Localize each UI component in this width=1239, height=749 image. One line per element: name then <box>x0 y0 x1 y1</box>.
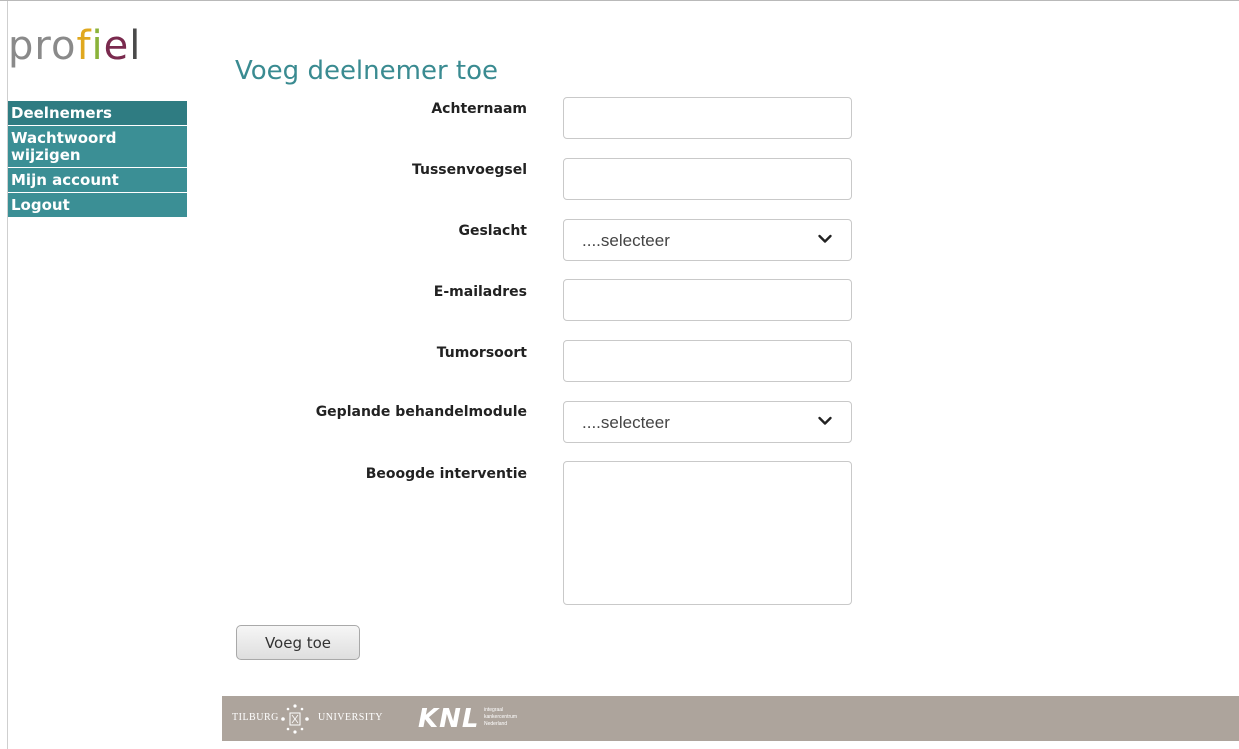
voeg-toe-button[interactable]: Voeg toe <box>236 625 360 660</box>
behandelmodule-select[interactable]: ....selecteer <box>563 401 852 443</box>
chevron-down-icon <box>818 416 832 425</box>
email-label: E-mailadres <box>433 284 527 300</box>
knl-logo: KNL <box>418 704 480 734</box>
university-text: UNIVERSITY <box>318 712 383 723</box>
chevron-down-icon <box>818 234 832 243</box>
tilburg-university-emblem-icon <box>281 704 309 734</box>
knl-sub-line: kankercentrum <box>484 714 518 720</box>
nav-item-logout[interactable]: Logout <box>8 193 187 218</box>
tussenvoegsel-label: Tussenvoegsel <box>412 162 527 178</box>
behandelmodule-selected-value: ....selecteer <box>582 413 670 432</box>
interventie-textarea[interactable] <box>563 461 852 605</box>
top-border <box>0 0 1239 1</box>
tilburg-text: TILBURG <box>232 712 279 723</box>
nav-item-mijn-account[interactable]: Mijn account <box>8 168 187 193</box>
sidebar-nav: Deelnemers Wachtwoord wijzigen Mijn acco… <box>8 101 187 218</box>
email-input[interactable] <box>563 279 852 321</box>
tussenvoegsel-input[interactable] <box>563 158 852 200</box>
achternaam-input[interactable] <box>563 97 852 139</box>
tumorsoort-input[interactable] <box>563 340 852 382</box>
geslacht-selected-value: ....selecteer <box>582 231 670 250</box>
knl-subtitle: integraal kankercentrum Nederland <box>484 707 517 728</box>
geslacht-select[interactable]: ....selecteer <box>563 219 852 261</box>
geslacht-label: Geslacht <box>458 223 527 239</box>
nav-item-wachtwoord-wijzigen[interactable]: Wachtwoord wijzigen <box>8 126 187 168</box>
nav-item-deelnemers[interactable]: Deelnemers <box>8 101 187 126</box>
knl-sub-line: Nederland <box>484 721 508 727</box>
page-title: Voeg deelnemer toe <box>235 56 499 86</box>
profiel-logo: profiel <box>8 23 142 69</box>
knl-sub-line: integraal <box>484 707 504 713</box>
achternaam-label: Achternaam <box>431 101 527 117</box>
tumorsoort-label: Tumorsoort <box>436 345 527 361</box>
interventie-label: Beoogde interventie <box>365 466 527 482</box>
footer: TILBURG UNIVERSITY KNL integraal kankerc… <box>222 696 1239 741</box>
behandelmodule-label: Geplande behandelmodule <box>315 404 527 420</box>
